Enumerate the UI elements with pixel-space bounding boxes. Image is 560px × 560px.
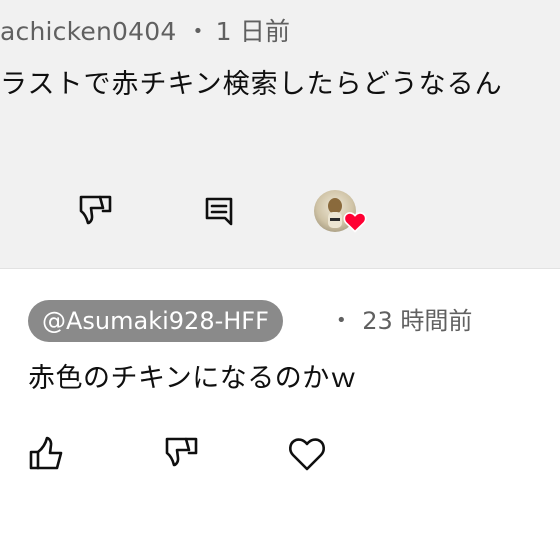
reply-author-pill[interactable]: @Asumaki928-HFF [28, 300, 283, 342]
reply-time[interactable]: 23 時間前 [362, 307, 472, 335]
creator-heart-icon [343, 212, 367, 233]
dislike-icon[interactable] [164, 436, 200, 470]
reply-icon[interactable] [204, 196, 234, 228]
creator-heart-avatar[interactable] [314, 190, 367, 238]
reply-meta: • 23 時間前 [336, 300, 472, 342]
parent-comment-meta: achicken0404 • 1 日前 [0, 12, 290, 48]
heart-icon[interactable] [288, 436, 326, 472]
parent-comment-author[interactable]: achicken0404 [0, 17, 176, 46]
parent-comment: achicken0404 • 1 日前 ラストで赤チキン検索したらどうなるん [0, 0, 560, 269]
dislike-icon[interactable] [78, 194, 114, 228]
reply-actions [0, 430, 560, 480]
meta-separator: • [192, 21, 204, 42]
parent-comment-time[interactable]: 1 日前 [216, 17, 291, 46]
reply-text: 赤色のチキンになるのかｗ [28, 363, 358, 394]
like-icon[interactable] [28, 436, 66, 472]
meta-separator: • [336, 310, 347, 331]
parent-comment-text: ラストで赤チキン検索したらどうなるん [0, 69, 503, 100]
parent-comment-actions [0, 186, 560, 236]
